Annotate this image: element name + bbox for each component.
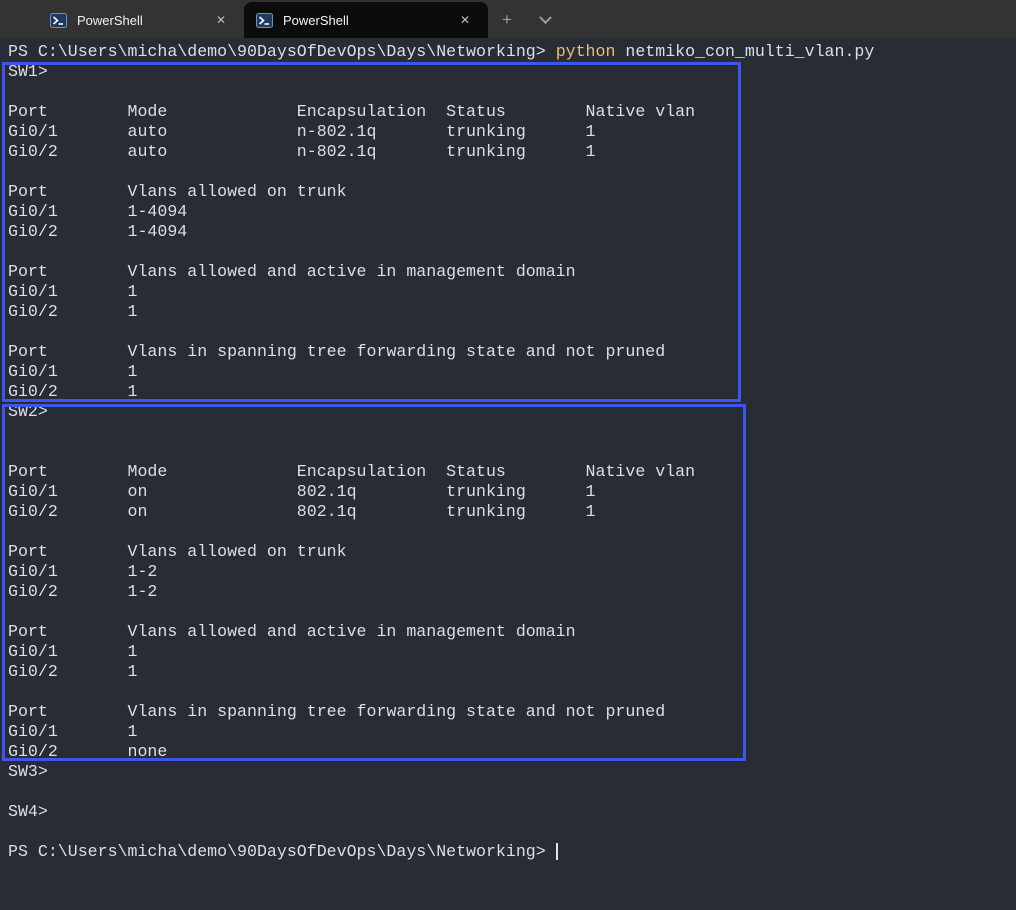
terminal-line: SW4> (8, 802, 1016, 822)
terminal-cursor (556, 843, 558, 860)
terminal-output: PS C:\Users\micha\demo\90DaysOfDevOps\Da… (8, 42, 1016, 862)
terminal-line: Port Vlans allowed on trunk (8, 182, 1016, 202)
terminal-line: PS C:\Users\micha\demo\90DaysOfDevOps\Da… (8, 42, 1016, 62)
terminal-line: Gi0/2 1-4094 (8, 222, 1016, 242)
terminal-line: SW2> (8, 402, 1016, 422)
terminal-line (8, 162, 1016, 182)
terminal-line: Gi0/1 1 (8, 642, 1016, 662)
chevron-down-icon (539, 11, 552, 24)
tab-title: PowerShell (77, 13, 210, 28)
tab-title: PowerShell (283, 13, 454, 28)
terminal-line (8, 682, 1016, 702)
terminal-line: Gi0/2 auto n-802.1q trunking 1 (8, 142, 1016, 162)
terminal-line: Gi0/1 1 (8, 362, 1016, 382)
terminal-line (8, 82, 1016, 102)
terminal-line: PS C:\Users\micha\demo\90DaysOfDevOps\Da… (8, 842, 1016, 862)
terminal-line (8, 782, 1016, 802)
terminal-line: Gi0/2 on 802.1q trunking 1 (8, 502, 1016, 522)
powershell-icon (50, 13, 67, 28)
terminal-line: Gi0/2 1 (8, 382, 1016, 402)
terminal-line: Port Vlans allowed and active in managem… (8, 622, 1016, 642)
terminal-line: Port Mode Encapsulation Status Native vl… (8, 462, 1016, 482)
terminal-line: Gi0/1 on 802.1q trunking 1 (8, 482, 1016, 502)
terminal-line: Gi0/2 1 (8, 302, 1016, 322)
powershell-icon (256, 13, 273, 28)
new-tab-button[interactable]: + (492, 7, 522, 33)
terminal-line: Gi0/2 1 (8, 662, 1016, 682)
terminal-line (8, 822, 1016, 842)
terminal-line: Port Vlans allowed on trunk (8, 542, 1016, 562)
terminal-line (8, 322, 1016, 342)
tab-bar: PowerShell ✕ PowerShell ✕ + (0, 0, 1016, 38)
terminal-line: Gi0/2 none (8, 742, 1016, 762)
terminal-line: SW1> (8, 62, 1016, 82)
terminal-viewport[interactable]: PS C:\Users\micha\demo\90DaysOfDevOps\Da… (0, 38, 1016, 910)
terminal-line: Port Vlans allowed and active in managem… (8, 262, 1016, 282)
terminal-line (8, 242, 1016, 262)
terminal-line: Port Vlans in spanning tree forwarding s… (8, 342, 1016, 362)
terminal-line (8, 602, 1016, 622)
terminal-line: Port Vlans in spanning tree forwarding s… (8, 702, 1016, 722)
terminal-line: Gi0/1 1-2 (8, 562, 1016, 582)
terminal-line (8, 422, 1016, 442)
terminal-line (8, 442, 1016, 462)
terminal-line (8, 522, 1016, 542)
terminal-line: Gi0/1 1 (8, 722, 1016, 742)
terminal-line: SW3> (8, 762, 1016, 782)
terminal-line: Gi0/1 1-4094 (8, 202, 1016, 222)
tab-dropdown-button[interactable] (530, 7, 560, 33)
terminal-line: Port Mode Encapsulation Status Native vl… (8, 102, 1016, 122)
tab-powershell-2[interactable]: PowerShell ✕ (244, 2, 488, 38)
terminal-line: Gi0/2 1-2 (8, 582, 1016, 602)
close-tab-icon[interactable]: ✕ (454, 9, 476, 31)
tab-powershell-1[interactable]: PowerShell ✕ (38, 2, 244, 38)
terminal-line: Gi0/1 auto n-802.1q trunking 1 (8, 122, 1016, 142)
close-tab-icon[interactable]: ✕ (210, 9, 232, 31)
terminal-line: Gi0/1 1 (8, 282, 1016, 302)
